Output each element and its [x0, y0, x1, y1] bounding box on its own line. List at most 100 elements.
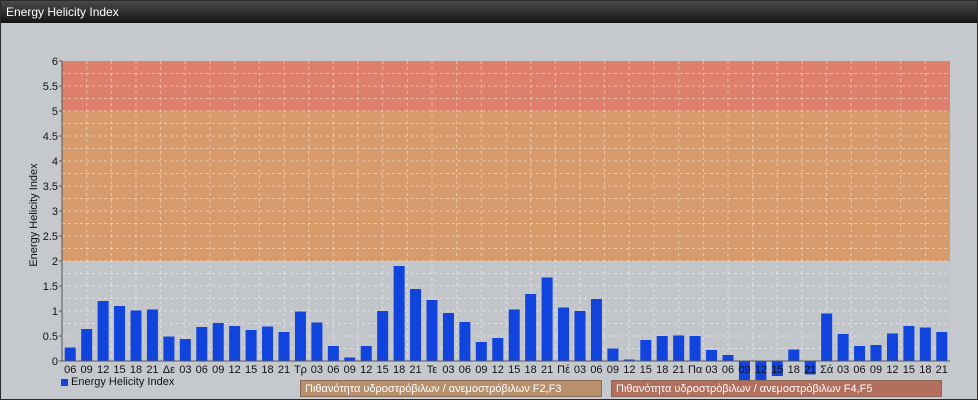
x-tick-label: Δε: [163, 364, 175, 376]
x-tick-label: Πέ: [557, 364, 570, 376]
bar-15: [640, 340, 652, 361]
x-tick-label: 12: [886, 364, 898, 376]
bar-09: [607, 348, 619, 361]
bar-03: [574, 311, 586, 361]
bar-12: [360, 346, 372, 361]
x-tick-label: 21: [936, 364, 948, 376]
x-tick-label: 03: [179, 364, 191, 376]
y-tick-label: 6: [52, 56, 58, 68]
x-tick-label: 18: [130, 364, 142, 376]
bar-06: [327, 346, 339, 361]
bar-Τρ: [294, 311, 306, 361]
bar-Τε: [426, 300, 438, 361]
x-tick-label: 09: [870, 364, 882, 376]
y-tick-label: 3: [52, 206, 58, 218]
x-tick-label: 03: [442, 364, 454, 376]
y-tick-label: 4: [52, 156, 58, 168]
x-tick-label: 21: [673, 364, 685, 376]
bar-21: [410, 289, 422, 361]
x-tick-label: Πα: [688, 364, 703, 376]
bar-09: [212, 323, 224, 361]
x-tick-label: 15: [903, 364, 915, 376]
x-tick-label: 21: [409, 364, 421, 376]
x-tick-label: 03: [574, 364, 586, 376]
y-tick-label: 0.5: [43, 331, 58, 343]
bar-18: [656, 336, 668, 361]
x-tick-label: 09: [607, 364, 619, 376]
bar-18: [262, 326, 274, 361]
y-tick-label: 0: [52, 356, 58, 368]
bar-06: [196, 327, 208, 361]
bar-03: [837, 334, 849, 361]
x-tick-label: 06: [196, 364, 208, 376]
x-tick-label: 15: [113, 364, 125, 376]
x-tick-label: 06: [327, 364, 339, 376]
x-tick-label: 12: [97, 364, 109, 376]
bar-15: [903, 326, 915, 361]
x-tick-label: 09: [738, 364, 750, 376]
bar-03: [311, 322, 323, 361]
bar-21: [936, 332, 948, 361]
x-tick-label: 15: [508, 364, 520, 376]
x-tick-label: 21: [804, 364, 816, 376]
bar-06: [64, 347, 76, 361]
x-tick-label: 21: [146, 364, 158, 376]
bar-12: [492, 338, 504, 361]
bar-21: [278, 332, 290, 361]
x-tick-label: 09: [475, 364, 487, 376]
x-tick-label: 12: [492, 364, 504, 376]
bar-Πέ: [558, 307, 570, 361]
x-tick-label: 06: [722, 364, 734, 376]
x-tick-label: Τε: [427, 364, 438, 376]
x-tick-label: 03: [705, 364, 717, 376]
bar-15: [377, 311, 389, 361]
y-tick-label: 1.5: [43, 281, 58, 293]
bar-12: [229, 326, 241, 361]
band-label-f4-f5: Πιθανότητα υδροστρόβιλων / ανεμοστρόβιλω…: [611, 380, 942, 397]
y-tick-label: 3.5: [43, 181, 58, 193]
bar-06: [590, 299, 602, 361]
y-tick-label: 5: [52, 106, 58, 118]
x-tick-label: 12: [360, 364, 372, 376]
bar-03: [706, 350, 718, 361]
x-tick-label: Τρ: [294, 364, 307, 376]
x-tick-label: 21: [541, 364, 553, 376]
bar-12: [886, 333, 898, 361]
bar-15: [245, 330, 257, 361]
bar-09: [81, 329, 93, 361]
bar-06: [854, 346, 866, 361]
x-tick-label: 15: [771, 364, 783, 376]
bar-Δε: [163, 336, 175, 361]
legend-swatch: [61, 378, 68, 386]
bar-06: [722, 355, 734, 361]
x-tick-label: 03: [837, 364, 849, 376]
bar-15: [508, 309, 520, 361]
x-tick-label: 09: [344, 364, 356, 376]
x-tick-label: 18: [919, 364, 931, 376]
x-tick-label: 06: [459, 364, 471, 376]
x-tick-label: 12: [755, 364, 767, 376]
x-tick-label: 15: [377, 364, 389, 376]
y-tick-label: 2: [52, 256, 58, 268]
bar-15: [114, 306, 126, 361]
bar-21: [673, 335, 685, 361]
bar-18: [788, 349, 800, 361]
x-tick-label: 09: [81, 364, 93, 376]
x-tick-label: 06: [853, 364, 865, 376]
y-tick-label: 2.5: [43, 231, 58, 243]
x-tick-label: 06: [64, 364, 76, 376]
x-tick-label: 15: [245, 364, 257, 376]
bar-03: [179, 339, 191, 361]
bar-18: [393, 266, 405, 361]
bar-18: [919, 327, 931, 361]
bar-21: [541, 277, 553, 361]
legend[interactable]: Energy Helicity Index: [61, 376, 174, 388]
energy-helicity-chart: 0 0.5 1 1.5 2 2.5 3 3.5 4 4.5 5 5.5 6 Energy Helicity…: [28, 56, 950, 384]
bar-09: [870, 345, 882, 361]
bar-Σά: [821, 313, 833, 361]
x-tick-label: 18: [656, 364, 668, 376]
x-tick-label: 18: [788, 364, 800, 376]
x-tick-label: 09: [212, 364, 224, 376]
bar-21: [146, 309, 158, 361]
bar-03: [442, 313, 454, 361]
